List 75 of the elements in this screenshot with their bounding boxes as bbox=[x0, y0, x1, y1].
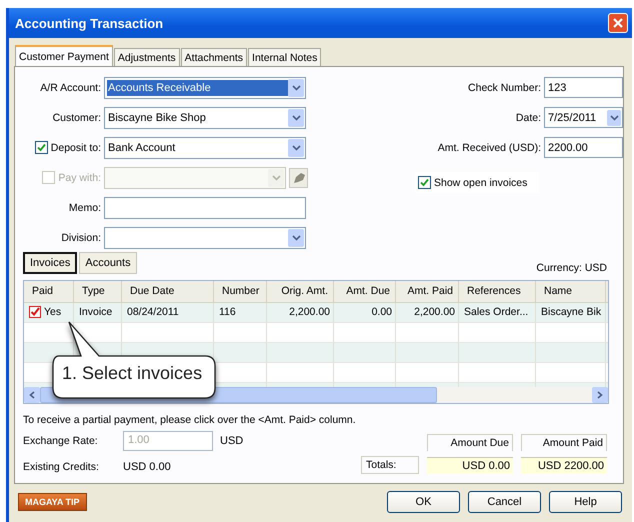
field-label: Date: bbox=[516, 112, 541, 124]
brush-button[interactable] bbox=[289, 168, 308, 188]
tab[interactable]: Customer Payment bbox=[15, 45, 113, 66]
column-header[interactable]: References bbox=[459, 281, 536, 302]
totals-value: USD 2200.00 bbox=[521, 456, 607, 474]
tab[interactable]: Attachments bbox=[180, 48, 248, 66]
dropdown-field[interactable]: Accounts Receivable bbox=[104, 76, 306, 98]
input-field[interactable] bbox=[104, 196, 306, 218]
scroll-left-button[interactable] bbox=[24, 387, 40, 403]
totals-header: Amount Paid bbox=[521, 434, 607, 451]
table-cell-text: 2,200.00 bbox=[414, 306, 455, 320]
dialog-button[interactable]: Cancel bbox=[468, 491, 541, 513]
window-title: Accounting Transaction bbox=[15, 16, 164, 30]
input-field[interactable]: 2200.00 bbox=[544, 137, 623, 158]
dropdown-field[interactable] bbox=[104, 166, 286, 188]
callout-text: 1. Select invoices bbox=[62, 363, 202, 384]
table-cell-text: Sales Order... bbox=[464, 306, 528, 320]
totals-label: Totals: bbox=[361, 456, 419, 474]
dropdown-field[interactable] bbox=[104, 226, 306, 248]
currency-label: Currency: USD bbox=[536, 262, 607, 274]
totals-header: Amount Due bbox=[427, 434, 513, 451]
column-header[interactable]: Name bbox=[536, 281, 606, 302]
table-cell-text: 116 bbox=[219, 306, 236, 320]
date-picker[interactable]: 7/25/2011 bbox=[544, 107, 623, 128]
tab[interactable]: Internal Notes bbox=[248, 48, 322, 66]
tab[interactable]: Accounts bbox=[79, 252, 137, 274]
column-header[interactable]: Amt. Paid bbox=[396, 281, 459, 302]
close-icon bbox=[612, 17, 624, 29]
table-cell-text: 0.00 bbox=[372, 306, 392, 320]
column-header[interactable]: Due Date bbox=[122, 281, 214, 302]
field-label: A/R Account: bbox=[40, 82, 101, 94]
column-header[interactable]: Amt. Due bbox=[334, 281, 396, 302]
field-label: Deposit to: bbox=[50, 142, 101, 154]
table-cell-text: Yes bbox=[44, 306, 62, 320]
field-label: Exchange Rate: bbox=[23, 434, 99, 446]
checkbox-label: Show open invoices bbox=[434, 176, 528, 188]
column-header[interactable]: Type bbox=[74, 281, 122, 302]
tab[interactable]: Adjustments bbox=[114, 48, 180, 66]
field-label: Customer: bbox=[52, 112, 101, 124]
field-label: Check Number: bbox=[468, 82, 541, 94]
field-label: Memo: bbox=[68, 202, 101, 214]
totals-value: USD 0.00 bbox=[427, 456, 513, 474]
scroll-right-button[interactable] bbox=[592, 387, 608, 403]
table-cell-text: Biscayne Bik bbox=[541, 306, 602, 320]
chevron-icon bbox=[288, 138, 304, 156]
checkbox[interactable] bbox=[418, 176, 431, 189]
field-label: Existing Credits: bbox=[23, 460, 100, 472]
dialog-button[interactable]: Help bbox=[549, 491, 622, 513]
chevron-icon bbox=[607, 110, 621, 126]
tip-button[interactable]: MAGAYA TIP bbox=[18, 493, 87, 511]
dropdown-field[interactable]: Bank Account bbox=[104, 136, 306, 158]
unit-label: USD bbox=[220, 434, 244, 446]
chevron-icon bbox=[288, 108, 304, 126]
chevron-icon bbox=[288, 78, 304, 96]
hint-text: To receive a partial payment, please click over the <Amt. Paid> column. bbox=[23, 414, 357, 426]
dialog-button[interactable]: OK bbox=[387, 491, 460, 513]
table-cell-text: 2,200.00 bbox=[289, 306, 330, 320]
input-field[interactable]: 123 bbox=[544, 77, 623, 98]
column-header[interactable]: Paid bbox=[24, 281, 74, 302]
credits-value: USD 0.00 bbox=[123, 460, 171, 472]
dropdown-field[interactable]: Biscayne Bike Shop bbox=[104, 106, 306, 128]
field-label: Pay with: bbox=[58, 172, 101, 184]
column-header[interactable]: Orig. Amt. bbox=[267, 281, 334, 302]
table-cell-text: 08/24/2011 bbox=[127, 306, 179, 320]
checkbox[interactable] bbox=[34, 141, 48, 154]
tab[interactable]: Invoices bbox=[23, 252, 78, 274]
paid-checkbox[interactable] bbox=[29, 306, 41, 318]
brush-icon bbox=[292, 170, 306, 184]
chevron-icon bbox=[288, 228, 304, 246]
close-button[interactable] bbox=[608, 13, 628, 33]
column-header[interactable]: Number bbox=[214, 281, 267, 302]
table-cell-text: Invoice bbox=[79, 306, 112, 320]
field-label: Division: bbox=[61, 232, 101, 244]
chevron-icon bbox=[268, 168, 284, 186]
field-label: Amt. Received (USD): bbox=[438, 142, 541, 154]
